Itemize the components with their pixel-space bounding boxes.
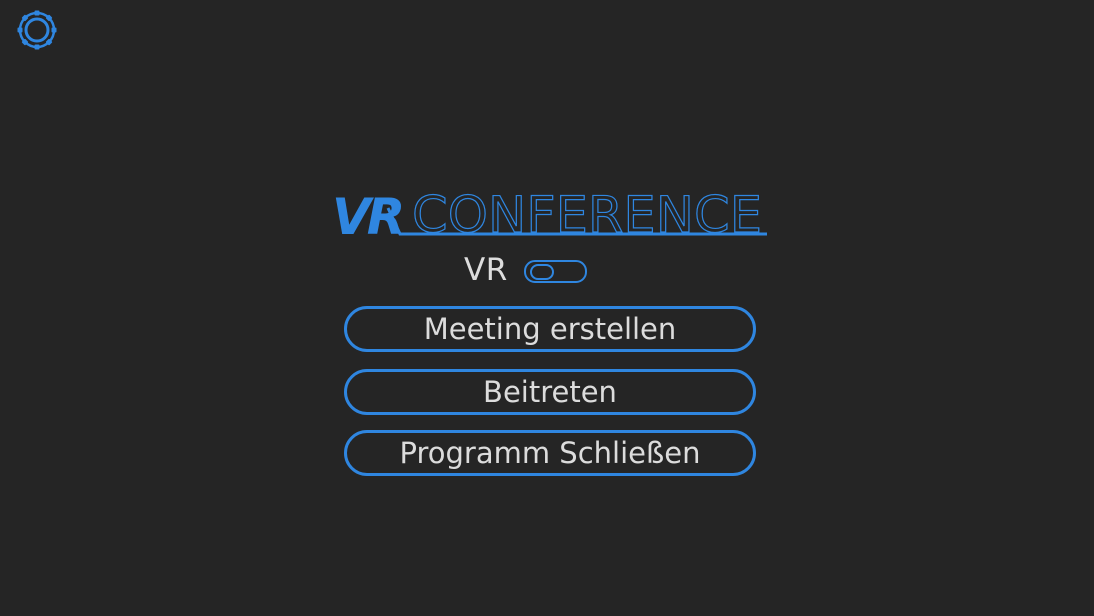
- vr-toggle-knob: [529, 263, 554, 280]
- gear-icon: [17, 10, 57, 50]
- create-meeting-button[interactable]: Meeting erstellen: [344, 306, 756, 352]
- vr-mode-row: VR: [464, 250, 587, 290]
- main-menu-screen: VR CONFERENCE VR Meeting erstellen Beitr…: [0, 0, 1094, 616]
- join-button[interactable]: Beitreten: [344, 369, 756, 415]
- vr-toggle-label: VR: [464, 252, 508, 288]
- quit-program-button[interactable]: Programm Schließen: [344, 430, 756, 476]
- app-logo: VR CONFERENCE: [330, 182, 770, 246]
- settings-button[interactable]: [16, 9, 58, 51]
- vr-toggle[interactable]: [523, 259, 587, 283]
